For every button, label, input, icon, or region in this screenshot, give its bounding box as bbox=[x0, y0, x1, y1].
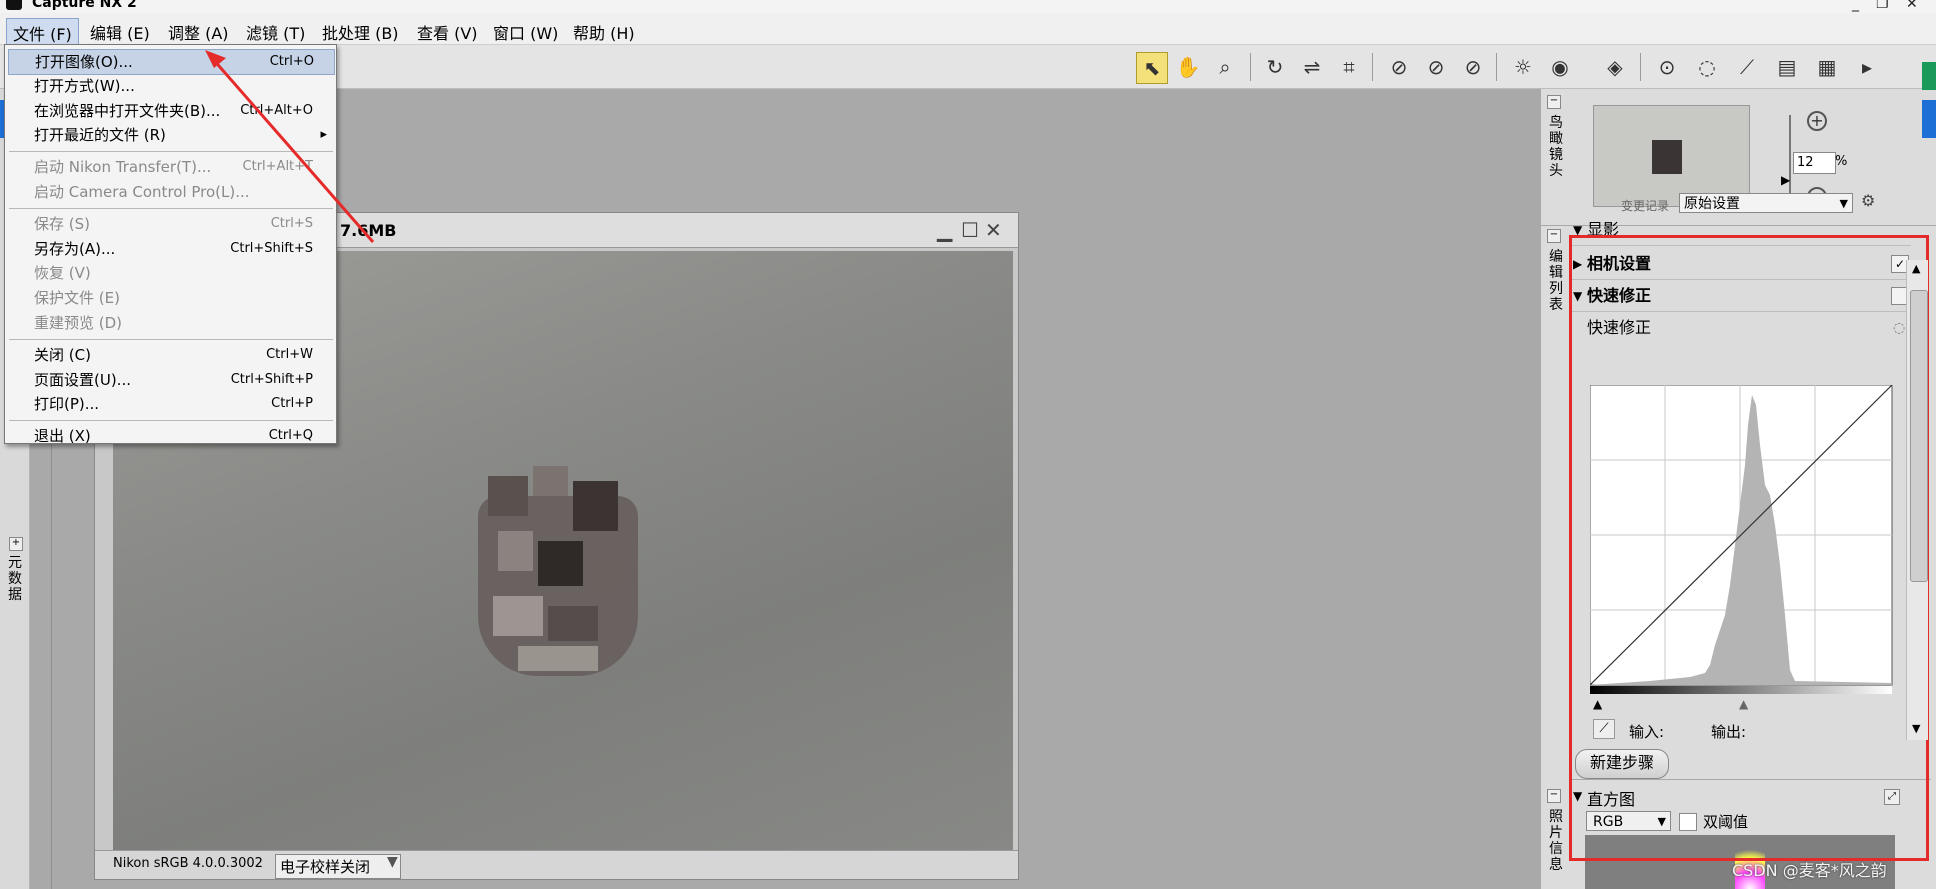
zoom-percent-unit: % bbox=[1835, 154, 1848, 169]
edit-list-tab[interactable]: 编辑列表 bbox=[1547, 249, 1565, 313]
highlight-frame bbox=[1569, 235, 1929, 861]
zoom-in-icon[interactable]: + bbox=[1807, 111, 1827, 131]
edge-decoration bbox=[1922, 62, 1936, 90]
change-history-label: 变更记录 bbox=[1621, 199, 1670, 213]
collapse-editlist-icon[interactable]: − bbox=[1547, 229, 1561, 243]
collapse-photoinfo-icon[interactable]: − bbox=[1547, 789, 1561, 803]
edge-decoration bbox=[1922, 100, 1936, 138]
chevron-down-icon: ▼ bbox=[1839, 197, 1848, 210]
photo-info-tab[interactable]: 照片信息 bbox=[1547, 809, 1565, 873]
history-dropdown[interactable]: 原始设置 ▼ bbox=[1679, 193, 1853, 213]
collapse-birdseye-icon[interactable]: − bbox=[1547, 95, 1561, 109]
zoom-slider-handle-icon[interactable]: ▶ bbox=[1781, 173, 1790, 187]
zoom-percent-input[interactable]: 12 bbox=[1793, 152, 1836, 174]
history-value: 原始设置 bbox=[1684, 196, 1740, 212]
settings-gear-icon[interactable]: ⚙ bbox=[1861, 191, 1875, 210]
edit-list-scrollbar[interactable]: ▲ ▼ bbox=[1906, 260, 1928, 740]
scroll-up-icon[interactable]: ▲ bbox=[1912, 262, 1920, 275]
scrollbar-thumb[interactable] bbox=[1910, 290, 1928, 582]
birdseye-tab[interactable]: 鸟瞰镜头 bbox=[1547, 115, 1565, 179]
watermark: CSDN @麦客*风之韵 bbox=[1732, 861, 1887, 880]
scroll-down-icon[interactable]: ▼ bbox=[1912, 722, 1920, 735]
